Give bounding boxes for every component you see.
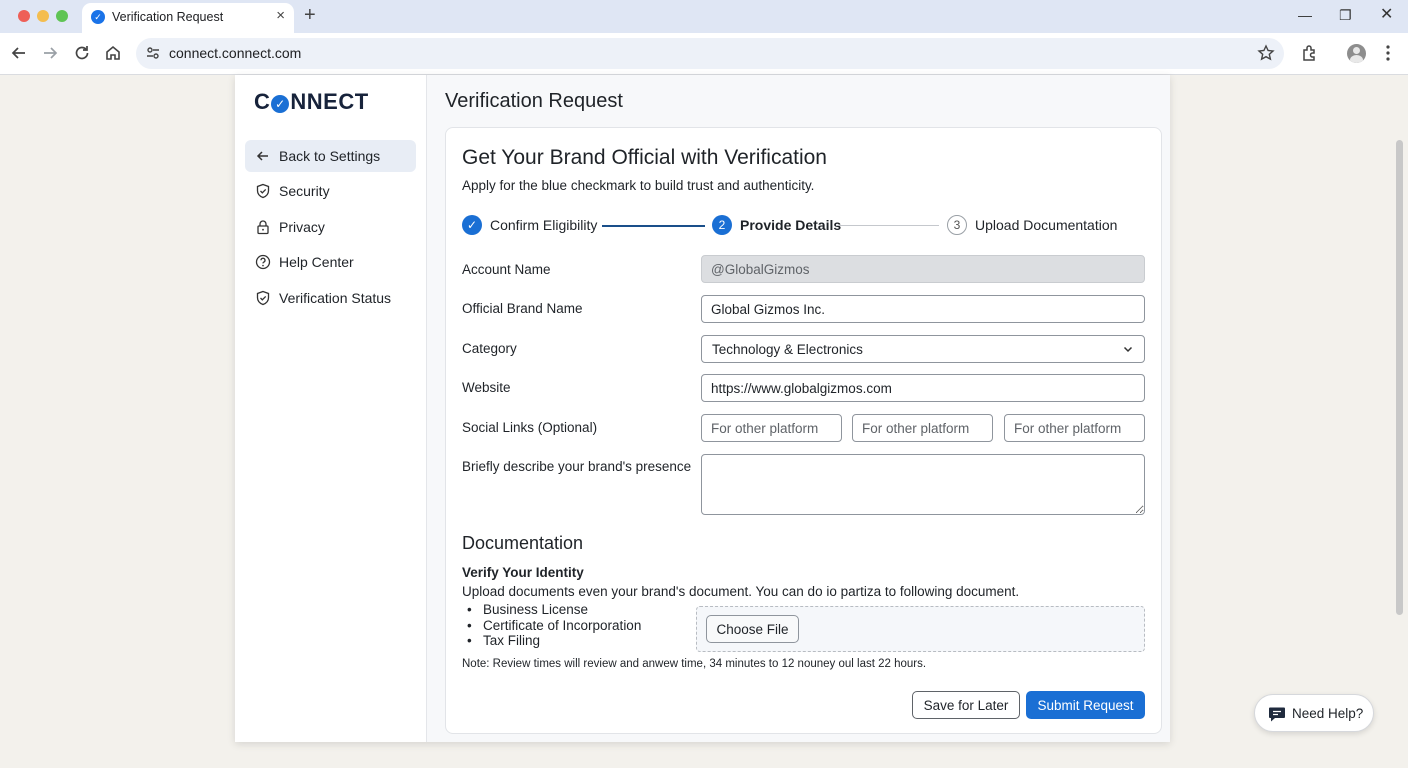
connect-logo: C ✓ NNECT [254,89,369,114]
category-select[interactable]: Technology & Electronics [701,335,1145,363]
step-label-provide-details: Provide Details [740,217,842,233]
step-number: 2 [712,215,732,235]
website-label: Website [462,380,511,395]
category-label: Category [462,341,517,356]
back-arrow-icon[interactable] [9,43,29,63]
brand-name-input[interactable] [701,295,1145,323]
step-label-confirm-eligibility: Confirm Eligibility [490,217,598,233]
step-check-icon: ✓ [462,215,482,235]
sidebar-item-security[interactable]: Security [245,175,416,207]
choose-file-button[interactable]: Choose File [706,615,799,643]
brand-name-label: Official Brand Name [462,301,583,316]
step-connector [602,225,705,227]
window-close-dot[interactable] [18,10,30,22]
verification-card: Get Your Brand Official with Verificatio… [445,127,1162,734]
shield-check-icon [256,290,270,306]
logo-check-icon: ✓ [271,95,290,113]
documentation-description: Upload documents even your brand's docum… [462,584,1020,599]
sidebar-item-label: Back to Settings [279,148,381,164]
social-link-input-1[interactable] [701,414,842,442]
minimize-icon[interactable]: — [1298,6,1312,24]
brand-presence-textarea[interactable] [701,454,1145,515]
lock-icon [257,220,269,235]
tab-title: Verification Request [112,10,224,24]
tab-close-icon[interactable]: × [276,8,285,24]
app-window: C ✓ NNECT Back to Settings Security Privac… [235,75,1170,742]
review-time-note: Note: Review times will review and anwew… [462,658,927,670]
window-zoom-dot[interactable] [56,10,68,22]
account-name-input [701,255,1145,283]
document-list: Business License Certificate of Incorpor… [467,602,641,649]
brand-presence-label: Briefly describe your brand's presence [462,459,692,474]
bookmark-star-icon[interactable] [1256,43,1276,63]
file-dropzone[interactable]: Choose File [696,606,1145,652]
category-selected-value: Technology & Electronics [712,342,863,357]
documentation-title: Documentation [462,533,584,553]
forward-arrow-icon[interactable] [40,43,60,63]
sidebar-item-help-center[interactable]: Help Center [245,246,416,278]
save-for-later-button[interactable]: Save for Later [912,691,1020,719]
new-tab-icon[interactable]: + [304,5,316,25]
sidebar-item-label: Security [279,183,330,199]
sidebar-item-label: Verification Status [279,290,392,306]
sidebar-item-verification-status[interactable]: Verification Status [245,282,416,314]
home-icon[interactable] [103,43,123,63]
social-links-label: Social Links (Optional) [462,420,598,435]
profile-avatar[interactable] [1347,44,1366,63]
reload-icon[interactable] [72,43,92,63]
kebab-menu-icon[interactable] [1378,43,1398,63]
account-name-label: Account Name [462,262,551,277]
restore-icon[interactable]: ❐ [1339,6,1352,24]
sidebar: C ✓ NNECT Back to Settings Security Privac… [235,75,427,742]
website-input[interactable] [701,374,1145,402]
extensions-puzzle-icon[interactable] [1300,43,1320,63]
verify-identity-subtitle: Verify Your Identity [462,565,584,580]
need-help-label: Need Help? [1292,706,1364,721]
submit-request-button[interactable]: Submit Request [1026,691,1145,719]
main-content: Verification Request Get Your Brand Offi… [427,75,1170,742]
browser-toolbar: connect.connect.com [0,33,1408,75]
close-window-icon[interactable]: ✕ [1380,6,1393,24]
page-scrollbar[interactable] [1396,140,1403,615]
page-title: Verification Request [445,90,623,112]
sidebar-item-privacy[interactable]: Privacy [245,211,416,243]
window-minimize-dot[interactable] [37,10,49,22]
chat-bubble-icon [1269,707,1285,722]
social-link-input-3[interactable] [1004,414,1145,442]
sidebar-item-label: Help Center [279,254,354,270]
chevron-down-icon [1123,346,1133,353]
arrow-left-icon [256,151,268,161]
step-connector [836,225,939,226]
step-number: 3 [947,215,967,235]
social-link-input-2[interactable] [852,414,993,442]
shield-check-icon [256,183,270,199]
card-subtitle: Apply for the blue checkmark to build tr… [462,178,815,193]
step-label-upload-documentation: Upload Documentation [975,217,1118,233]
card-title: Get Your Brand Official with Verificatio… [462,146,827,169]
browser-tab-strip: ✓ Verification Request × + — ❐ ✕ [0,0,1408,33]
site-settings-icon[interactable] [144,44,162,62]
address-bar[interactable]: connect.connect.com [136,38,1284,69]
question-circle-icon [255,254,271,270]
list-item: Business License [467,602,641,618]
need-help-button[interactable]: Need Help? [1254,694,1374,732]
verified-favicon-icon: ✓ [91,10,105,24]
url-text: connect.connect.com [169,45,302,61]
list-item: Tax Filing [467,633,641,649]
list-item: Certificate of Incorporation [467,618,641,634]
sidebar-item-back-to-settings[interactable]: Back to Settings [245,140,416,172]
browser-tab[interactable]: ✓ Verification Request × [82,3,294,33]
sidebar-item-label: Privacy [279,219,325,235]
